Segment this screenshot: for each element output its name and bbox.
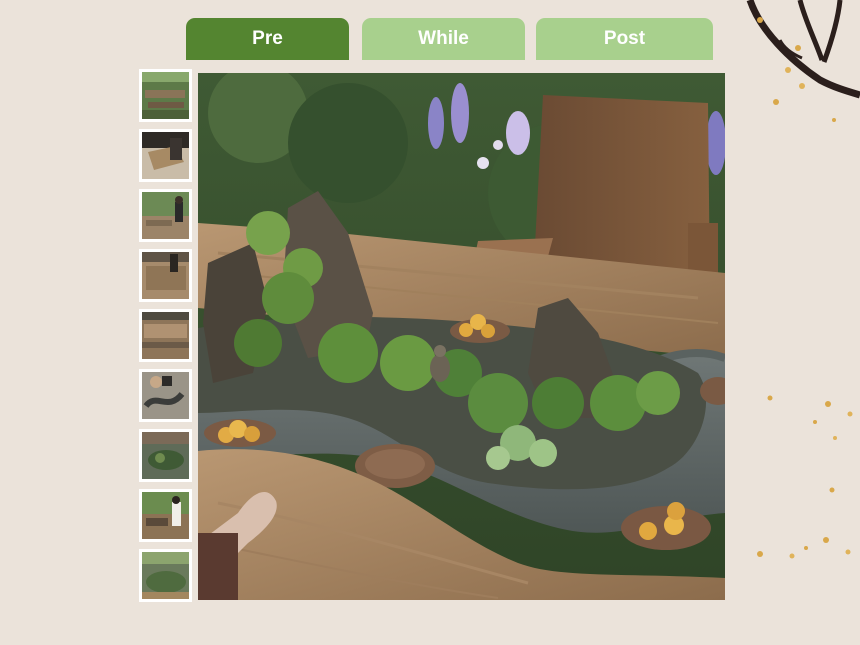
thumbnail-9[interactable]	[139, 549, 192, 602]
tab-pre[interactable]: Pre	[186, 18, 349, 60]
thumbnail-8[interactable]	[139, 489, 192, 542]
tab-post[interactable]: Post	[536, 18, 713, 60]
tree-branch-icon	[746, 0, 860, 122]
thumbnail-7[interactable]	[139, 429, 192, 482]
thumbnail-4[interactable]	[139, 249, 192, 302]
thumbnail-2[interactable]	[139, 129, 192, 182]
main-photo-miniature-garden	[198, 73, 725, 600]
thumbnail-3[interactable]	[139, 189, 192, 242]
gold-sparkles-icon	[757, 395, 853, 559]
thumbnail-1[interactable]	[139, 69, 192, 122]
thumbnail-6[interactable]	[139, 369, 192, 422]
thumbnail-5[interactable]	[139, 309, 192, 362]
tab-while[interactable]: While	[362, 18, 525, 60]
